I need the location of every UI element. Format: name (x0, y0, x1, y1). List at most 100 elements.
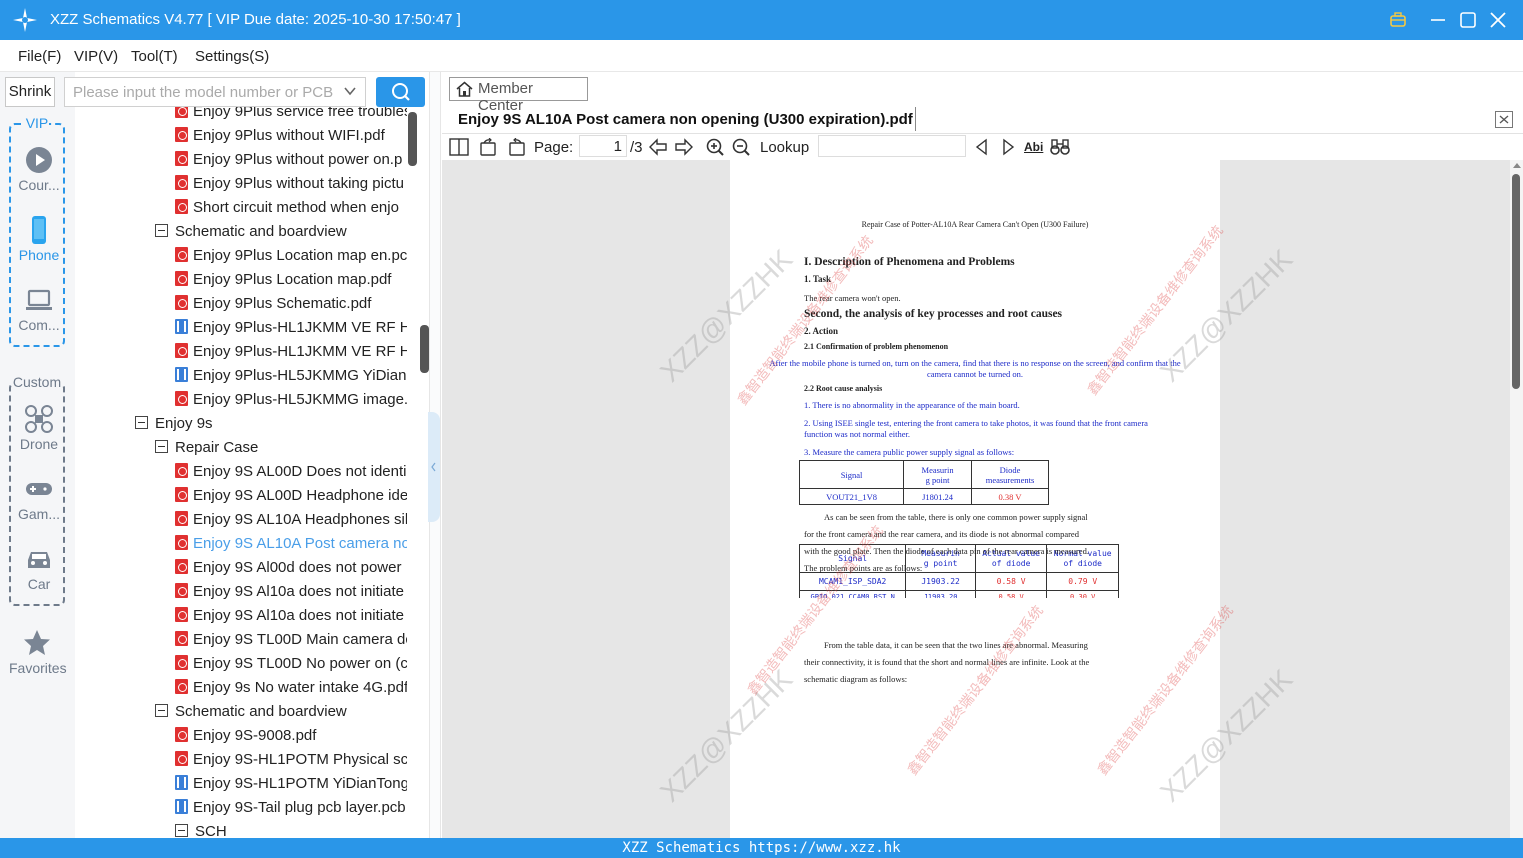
tree-file[interactable]: Enjoy 9S Al10a does not initiate (175, 580, 407, 604)
rail-item-drone[interactable]: Drone (11, 404, 67, 452)
rail-item-car[interactable]: Car (11, 544, 67, 592)
tree-file[interactable]: Enjoy 9S AL00D Does not identi (175, 460, 407, 484)
tree-file[interactable]: Short circuit method when enjo (175, 196, 407, 220)
vip-group-title: VIP (24, 115, 50, 131)
viewer-scrollbar[interactable] (1510, 160, 1523, 838)
doc-text: their connectivity, it is found that the… (804, 657, 1090, 667)
rail-item-label: Com... (18, 317, 60, 333)
sidebar-toggle-icon[interactable] (449, 138, 469, 156)
previous-page-icon[interactable] (648, 138, 668, 156)
menu-tool[interactable]: Tool(T) (131, 48, 178, 65)
tree-folder[interactable]: Schematic and boardview (155, 700, 407, 724)
home-icon (456, 81, 473, 97)
rail-item-phone[interactable]: Phone (11, 215, 67, 263)
tree-item-label: Enjoy 9S TL00D Main camera dc (193, 631, 407, 648)
scroll-up-icon[interactable] (1513, 163, 1521, 168)
chevron-down-icon[interactable] (343, 84, 357, 98)
doc-text-blue: After the mobile phone is turned on, tur… (769, 358, 1181, 368)
close-button[interactable] (1484, 6, 1512, 34)
tree-file[interactable]: Enjoy 9S Al10a does not initiate (175, 604, 407, 628)
custom-group-title: Custom (11, 374, 63, 390)
menu-file[interactable]: File(F) (18, 48, 61, 65)
collapse-toggle-icon[interactable] (155, 704, 168, 717)
doc-text-blue: camera cannot be turned on. (926, 369, 1024, 379)
rail-item-computer[interactable]: Com... (11, 285, 67, 333)
collapse-toggle-icon[interactable] (155, 224, 168, 237)
document-tab[interactable]: Enjoy 9S AL10A Post camera non opening (… (458, 111, 913, 128)
shrink-button[interactable]: Shrink (5, 77, 55, 107)
tree-file[interactable]: Enjoy 9Plus without WIFI.pdf (175, 124, 407, 148)
collapse-handle[interactable] (428, 412, 440, 522)
tree-file[interactable]: Enjoy 9S TL00D No power on (c (175, 652, 407, 676)
tree-item-label: Enjoy 9Plus-HL5JKMMG YiDian (193, 367, 407, 384)
doc-section-2: Second, the analysis of key processes an… (804, 308, 1063, 320)
tree-scrollbar[interactable] (408, 112, 417, 166)
pdf-file-icon (175, 463, 188, 478)
zoom-out-icon[interactable] (731, 138, 751, 156)
find-previous-icon[interactable] (972, 138, 992, 156)
maximize-button[interactable] (1454, 6, 1482, 34)
collapse-toggle-icon[interactable] (135, 416, 148, 429)
doc-header: Repair Case of Potter-AL10A Rear Camera … (861, 220, 1089, 229)
search-input[interactable]: Please input the model number or PCB (64, 77, 366, 107)
tree-file[interactable]: Enjoy 9s No water intake 4G.pdf (175, 676, 407, 700)
collapse-toggle-icon[interactable] (155, 440, 168, 453)
tree-file[interactable]: Enjoy 9S-9008.pdf (175, 724, 407, 748)
next-page-icon[interactable] (674, 138, 694, 156)
tree-file[interactable]: Enjoy 9S AL10A Post camera no (175, 532, 407, 556)
tree-file[interactable]: Enjoy 9S-HL1POTM Physical sca (175, 748, 407, 772)
search-button[interactable] (376, 77, 425, 107)
page-input[interactable]: 1 (579, 135, 627, 157)
tree-file[interactable]: Enjoy 9S-HL1POTM YiDianTong (175, 772, 407, 796)
tree-folder[interactable]: SCH (175, 820, 407, 838)
rail-item-favorites[interactable]: Favorites (9, 628, 67, 676)
pdf-file-icon (175, 535, 188, 550)
tree-folder[interactable]: Repair Case (155, 436, 407, 460)
zoom-in-icon[interactable] (705, 138, 725, 156)
menu-settings[interactable]: Settings(S) (195, 48, 269, 65)
tree-item-label: Enjoy 9Plus without taking pictu (193, 175, 404, 192)
pdf-file-icon (175, 751, 188, 766)
rail-item-label: Car (27, 576, 51, 592)
tree-item-label: Enjoy 9S Al10a does not initiate (193, 583, 404, 600)
table-cell: 0.58 V (974, 572, 1048, 591)
tree-file[interactable]: Enjoy 9Plus-HL1JKMM VE RF HI (175, 316, 407, 340)
tree-folder[interactable]: Schematic and boardview (155, 220, 407, 244)
tree-item-label: Enjoy 9Plus Location map en.pc (193, 247, 407, 264)
tree-file[interactable]: Enjoy 9S-Tail plug pcb layer.pcb (175, 796, 407, 820)
minimize-button[interactable] (1424, 6, 1452, 34)
tree-folder[interactable]: Enjoy 9s (135, 412, 407, 436)
menu-vip[interactable]: VIP(V) (74, 48, 118, 65)
rail-item-games[interactable]: Gam... (11, 474, 67, 522)
rail-item-courses[interactable]: Cour... (11, 145, 67, 193)
find-next-icon[interactable] (998, 138, 1018, 156)
tree-file[interactable]: Enjoy 9Plus Location map.pdf (175, 268, 407, 292)
tree-scrollbar-secondary[interactable] (420, 325, 429, 373)
tree-file[interactable]: Enjoy 9S AL10A Headphones sil (175, 508, 407, 532)
viewer-scroll-thumb[interactable] (1512, 174, 1520, 389)
rotate-right-icon[interactable] (506, 138, 526, 156)
tree-file[interactable]: Enjoy 9S TL00D Main camera dc (175, 628, 407, 652)
tree-file[interactable]: Enjoy 9Plus-HL1JKMM VE RF HI (175, 340, 407, 364)
tree-file[interactable]: Enjoy 9Plus service free troubles (175, 107, 407, 124)
match-case-toggle[interactable]: Abi (1024, 140, 1043, 154)
briefcase-icon[interactable] (1384, 6, 1412, 34)
lookup-input[interactable] (818, 135, 966, 157)
tree-file[interactable]: Enjoy 9Plus-HL5JKMMG image. (175, 388, 407, 412)
collapse-toggle-icon[interactable] (175, 824, 188, 837)
tree-file[interactable]: Enjoy 9S AL00D Headphone ide (175, 484, 407, 508)
doc-text-blue: 3. Measure the camera public power suppl… (804, 447, 1015, 457)
tree-file[interactable]: Enjoy 9S Al00d does not power (175, 556, 407, 580)
tree-file[interactable]: Enjoy 9Plus Schematic.pdf (175, 292, 407, 316)
tree-file[interactable]: Enjoy 9Plus Location map en.pc (175, 244, 407, 268)
close-tab-icon[interactable] (1495, 111, 1513, 128)
member-center-button[interactable]: Member Center (449, 77, 588, 114)
rotate-left-icon[interactable] (479, 138, 499, 156)
binoculars-icon[interactable] (1050, 138, 1070, 156)
document-viewer[interactable]: Repair Case of Potter-AL10A Rear Camera … (442, 160, 1510, 838)
tree-file[interactable]: Enjoy 9Plus without power on.p (175, 148, 407, 172)
tree-file[interactable]: Enjoy 9Plus without taking pictu (175, 172, 407, 196)
tree-file[interactable]: Enjoy 9Plus-HL5JKMMG YiDian (175, 364, 407, 388)
pcb-file-icon (175, 775, 188, 790)
pane-splitter[interactable] (428, 72, 441, 838)
